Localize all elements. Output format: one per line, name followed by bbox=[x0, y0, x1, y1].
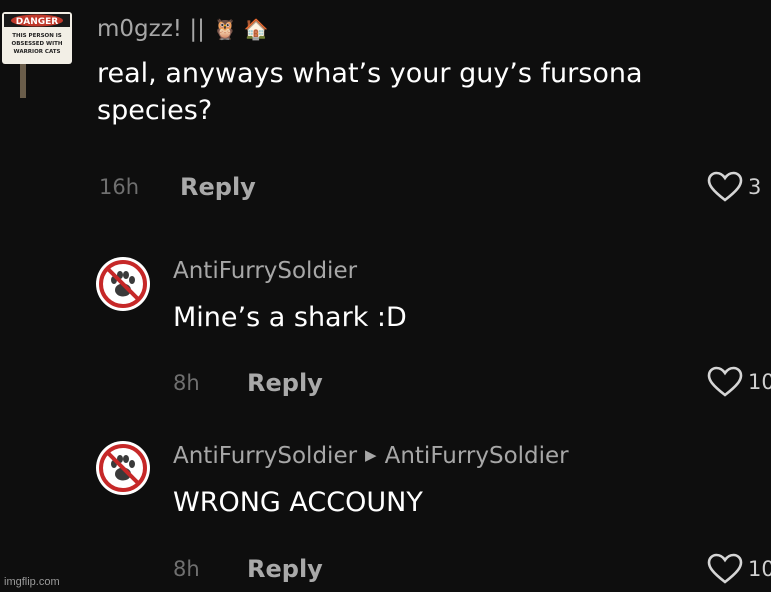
comment-2: AntiFurrySoldier Mine’s a shark :D bbox=[173, 258, 733, 336]
reply-arrow-icon: ▶ bbox=[365, 446, 377, 464]
danger-sign-icon: DANGER THIS PERSON IS OBSESSED WITH WARR… bbox=[2, 12, 72, 98]
danger-sign-title: DANGER bbox=[16, 17, 59, 27]
avatar-anti-furry-2[interactable] bbox=[95, 440, 151, 496]
svg-text:WARRIOR CATS: WARRIOR CATS bbox=[14, 49, 61, 55]
comment-2-text: Mine’s a shark :D bbox=[173, 302, 407, 333]
heart-icon bbox=[707, 366, 743, 397]
comment-2-like-button[interactable]: 10 bbox=[706, 366, 771, 398]
comment-3-username[interactable]: AntiFurrySoldier bbox=[173, 443, 357, 469]
comment-1: m0gzz! || 🦉 🏠 real, anyways what’s your … bbox=[97, 16, 757, 129]
comment-1-like-count: 3 bbox=[748, 175, 762, 199]
comment-3-text: WRONG ACCOUNY bbox=[173, 487, 423, 518]
comment-3-header: AntiFurrySoldier ▶ AntiFurrySoldier bbox=[173, 443, 733, 469]
comment-2-username[interactable]: AntiFurrySoldier bbox=[173, 258, 733, 284]
comment-3-reply-to-username[interactable]: AntiFurrySoldier bbox=[385, 443, 569, 469]
comment-2-like-count: 10 bbox=[748, 370, 771, 394]
svg-text:OBSESSED WITH: OBSESSED WITH bbox=[12, 41, 63, 47]
comment-1-username[interactable]: m0gzz! || bbox=[97, 16, 205, 42]
comment-2-reply-button[interactable]: Reply bbox=[247, 369, 323, 397]
comment-3-timestamp: 8h bbox=[173, 557, 200, 581]
avatar-anti-furry-1[interactable] bbox=[95, 256, 151, 312]
comment-1-reply-button[interactable]: Reply bbox=[180, 173, 256, 201]
comment-3: AntiFurrySoldier ▶ AntiFurrySoldier WRONG … bbox=[173, 443, 733, 521]
comment-1-timestamp: 16h bbox=[99, 175, 140, 199]
comment-3-like-count: 10 bbox=[748, 557, 771, 581]
imgflip-watermark: imgflip.com bbox=[4, 576, 60, 588]
svg-text:THIS PERSON IS: THIS PERSON IS bbox=[12, 33, 62, 39]
no-paw-icon bbox=[96, 441, 150, 495]
comment-1-like-button[interactable]: 3 bbox=[706, 171, 761, 203]
comment-3-reply-button[interactable]: Reply bbox=[247, 555, 323, 583]
heart-icon bbox=[707, 171, 743, 202]
owl-emoji-icon: 🦉 bbox=[212, 17, 238, 41]
comment-3-like-button[interactable]: 10 bbox=[706, 553, 771, 585]
house-emoji-icon: 🏠 bbox=[243, 17, 269, 41]
comment-1-text-line2: species? bbox=[97, 95, 213, 126]
heart-icon bbox=[707, 553, 743, 584]
comment-1-text: real, anyways what’s your guy’s fursona … bbox=[97, 55, 757, 129]
comment-1-header: m0gzz! || 🦉 🏠 bbox=[97, 16, 757, 42]
no-paw-icon bbox=[96, 257, 150, 311]
comment-2-timestamp: 8h bbox=[173, 371, 200, 395]
comment-1-text-line1: real, anyways what’s your guy’s fursona bbox=[97, 58, 643, 89]
avatar-danger-sign[interactable]: DANGER THIS PERSON IS OBSESSED WITH WARR… bbox=[0, 8, 78, 98]
